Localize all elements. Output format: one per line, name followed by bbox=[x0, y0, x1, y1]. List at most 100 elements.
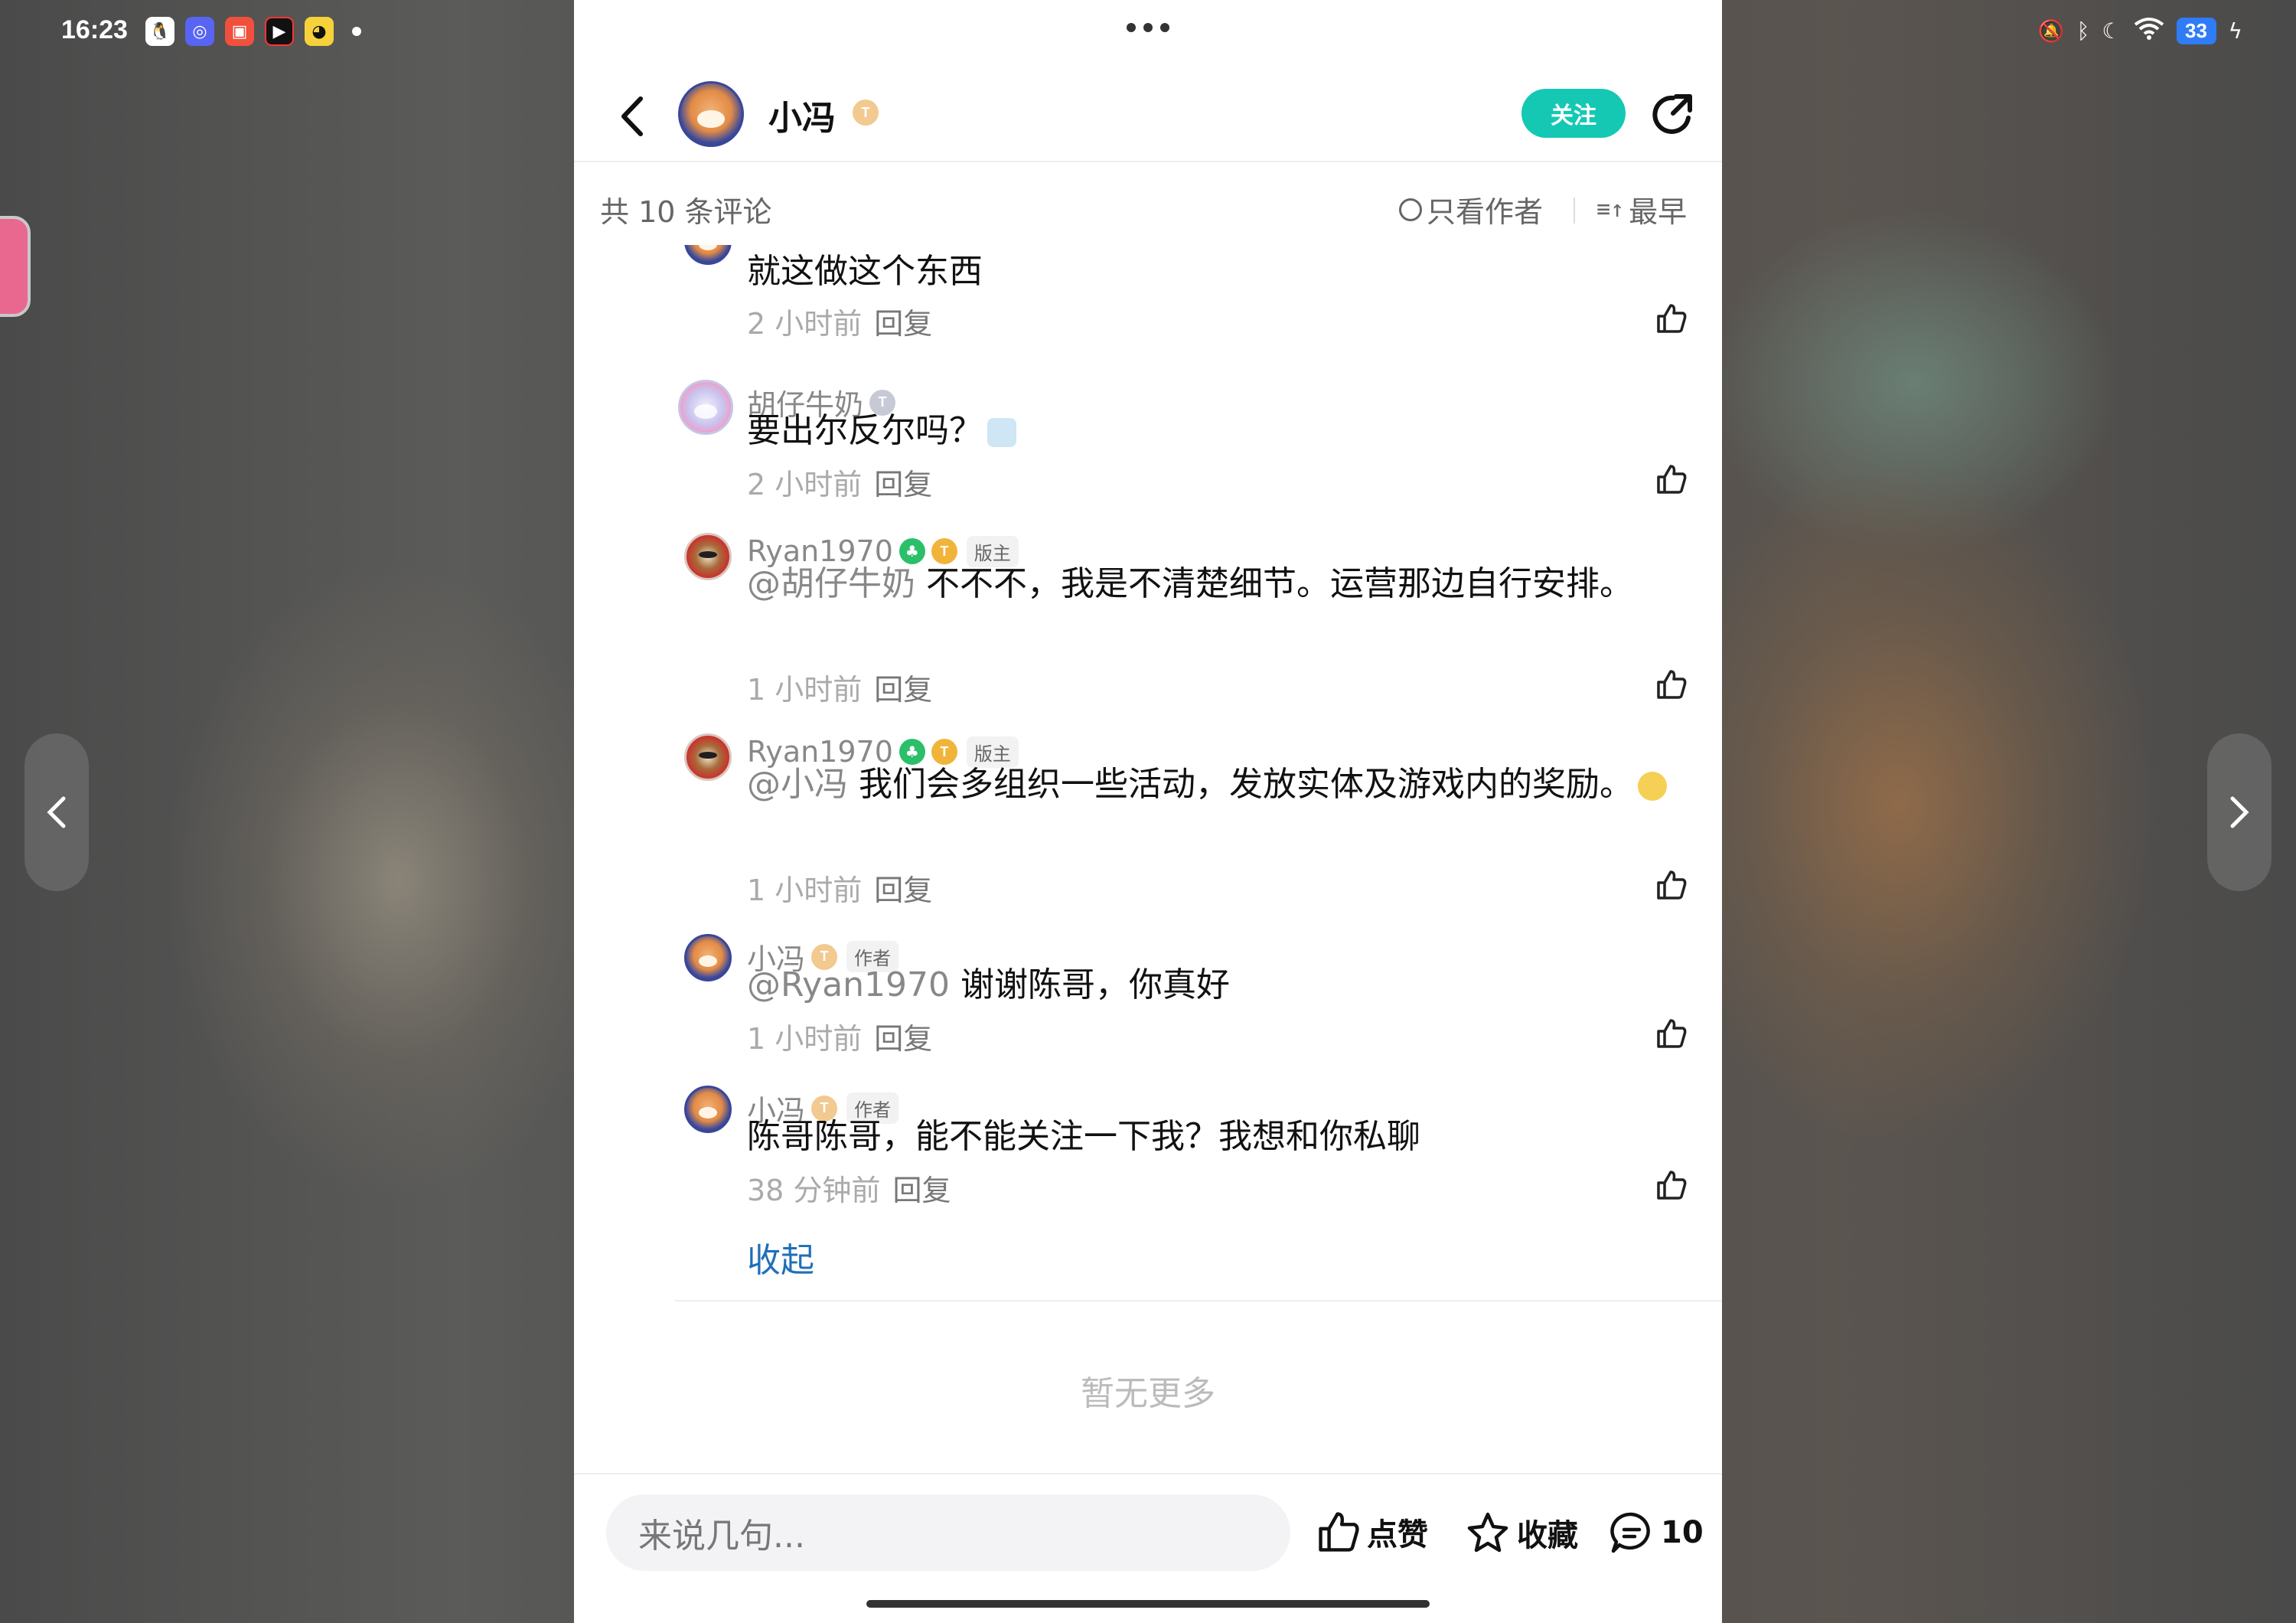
reply-time: 1 小时前 bbox=[747, 673, 863, 707]
back-button[interactable] bbox=[609, 93, 655, 139]
charging-icon: ϟ bbox=[2228, 18, 2242, 44]
chevron-right-icon bbox=[2230, 796, 2249, 828]
reply-button[interactable]: 回复 bbox=[874, 468, 932, 501]
back-arrow-icon bbox=[621, 96, 643, 136]
sort-label: 最早 bbox=[1629, 195, 1688, 229]
reply-button[interactable]: 回复 bbox=[892, 1174, 951, 1207]
author-only-label: 只看作者 bbox=[1427, 195, 1544, 229]
reply-button[interactable]: 回复 bbox=[874, 673, 932, 707]
filter-divider bbox=[1574, 198, 1575, 224]
app-black-icon: ▶ bbox=[265, 17, 294, 46]
collapse-replies-link[interactable]: 收起 bbox=[747, 1233, 814, 1282]
bluetooth-icon: ᛒ bbox=[2076, 18, 2090, 44]
qq-icon: 🐧 bbox=[145, 17, 174, 46]
like-button[interactable] bbox=[1653, 666, 1690, 703]
like-label: 点赞 bbox=[1367, 1517, 1428, 1553]
reply-avatar[interactable] bbox=[684, 533, 732, 580]
thumbs-up-icon bbox=[1657, 304, 1687, 333]
reply-item: Ryan1970 ♣ T 版主 @小冯 我们会多组织一些活动，发放实体及游戏内的… bbox=[574, 733, 1722, 932]
like-button[interactable] bbox=[1653, 1167, 1690, 1203]
reply-text: @小冯 我们会多组织一些活动，发放实体及游戏内的奖励。 bbox=[747, 759, 1673, 810]
status-indicators: 🔕 ᛒ ☾ 33 ϟ bbox=[2038, 17, 2242, 45]
previous-page-button[interactable] bbox=[24, 733, 89, 891]
reply-item: 小冯 T 作者 @Ryan1970 谢谢陈哥，你真好 1 小时前 回复 bbox=[574, 934, 1722, 1087]
like-button[interactable] bbox=[1653, 867, 1690, 903]
reply-avatar[interactable] bbox=[684, 245, 732, 265]
like-button[interactable] bbox=[1653, 300, 1690, 337]
thumbs-up-icon bbox=[1657, 870, 1687, 900]
reply-meta: 2 小时前 回复 bbox=[747, 461, 932, 503]
like-post-button[interactable]: 点赞 bbox=[1316, 1510, 1428, 1554]
reply-meta: 1 小时前 回复 bbox=[747, 1015, 932, 1057]
mention-link[interactable]: @胡仔牛奶 bbox=[747, 564, 915, 603]
reply-meta: 1 小时前 回复 bbox=[747, 867, 932, 909]
thumbs-up-icon bbox=[1657, 1019, 1687, 1048]
notification-dot bbox=[352, 27, 361, 36]
no-more-indicator: 暂无更多 bbox=[1081, 1374, 1215, 1413]
sort-toggle[interactable]: ≡↑ 最早 bbox=[1596, 188, 1687, 230]
reply-avatar[interactable] bbox=[684, 934, 732, 981]
reply-avatar[interactable] bbox=[678, 380, 733, 435]
reply-time: 2 小时前 bbox=[747, 307, 863, 341]
reply-time: 38 分钟前 bbox=[747, 1174, 881, 1207]
thumbs-up-icon bbox=[1657, 1171, 1687, 1200]
author-name[interactable]: 小冯 bbox=[768, 90, 836, 139]
like-button[interactable] bbox=[1653, 461, 1690, 498]
reply-text: 陈哥陈哥，能不能关注一下我？我想和你私聊 bbox=[747, 1117, 1420, 1156]
chevron-left-icon bbox=[47, 796, 66, 828]
level-badge: T bbox=[853, 100, 879, 126]
status-time: 16:23 bbox=[61, 15, 128, 44]
reply-text-body: 我们会多组织一些活动，发放实体及游戏内的奖励。 bbox=[848, 765, 1633, 804]
share-button[interactable] bbox=[1649, 90, 1698, 139]
reply-text-body: 不不不，我是不清楚细节。运营那边自行安排。 bbox=[915, 564, 1633, 603]
mute-icon: 🔕 bbox=[2037, 18, 2065, 44]
reply-avatar[interactable] bbox=[684, 1086, 732, 1133]
discord-icon: ◎ bbox=[185, 17, 214, 46]
author-only-toggle[interactable]: 只看作者 bbox=[1399, 188, 1543, 230]
moon-icon: ☾ bbox=[2102, 18, 2122, 44]
comment-input[interactable]: 来说几句... bbox=[606, 1494, 1290, 1571]
comments-button[interactable]: 10 bbox=[1609, 1510, 1704, 1556]
thumbs-up-icon bbox=[1657, 670, 1687, 699]
status-app-icons: 🐧 ◎ ▣ ▶ ◕ bbox=[145, 17, 361, 46]
home-indicator[interactable] bbox=[866, 1600, 1430, 1608]
reply-text: @Ryan1970 谢谢陈哥，你真好 bbox=[747, 960, 1673, 1011]
mention-link[interactable]: @小冯 bbox=[747, 765, 848, 804]
reply-list: 就这做这个东西 2 小时前回复 胡仔牛奶 T 要出尔反尔吗？ 2 小时前回复 bbox=[574, 245, 1722, 1301]
reply-avatar[interactable] bbox=[684, 733, 732, 781]
radio-icon bbox=[1399, 198, 1422, 221]
share-icon bbox=[1652, 94, 1692, 134]
reply-text: @胡仔牛奶 不不不，我是不清楚细节。运营那边自行安排。 bbox=[747, 559, 1673, 609]
reply-time: 1 小时前 bbox=[747, 874, 863, 907]
post-header: 小冯 T 关注 bbox=[574, 77, 1722, 162]
floating-app-widget[interactable] bbox=[0, 216, 31, 317]
favorite-button[interactable]: 收藏 bbox=[1465, 1510, 1578, 1556]
more-options-handle[interactable] bbox=[574, 23, 1722, 32]
mention-link[interactable]: @Ryan1970 bbox=[747, 965, 950, 1004]
follow-button[interactable]: 关注 bbox=[1521, 89, 1626, 138]
reply-time: 1 小时前 bbox=[747, 1022, 863, 1056]
sort-icon: ≡↑ bbox=[1596, 196, 1625, 223]
reply-button[interactable]: 回复 bbox=[874, 1022, 932, 1056]
reply-text-body: 谢谢陈哥，你真好 bbox=[950, 965, 1231, 1004]
thumbs-up-icon bbox=[1657, 465, 1687, 494]
comment-bubble-icon bbox=[1610, 1512, 1650, 1553]
comments-count: 10 bbox=[1661, 1515, 1704, 1550]
app-red-icon: ▣ bbox=[225, 17, 254, 46]
reply-meta: 2 小时前 回复 bbox=[747, 300, 932, 342]
reply-button[interactable]: 回复 bbox=[874, 874, 932, 907]
reply-button[interactable]: 回复 bbox=[874, 307, 932, 341]
reply-time: 2 小时前 bbox=[747, 468, 863, 501]
comment-panel: 小冯 T 关注 共 10 条评论 只看作者 ≡↑ 最早 就这做这个东西 2 小时… bbox=[574, 0, 1722, 1623]
list-divider bbox=[675, 1300, 1722, 1301]
reply-meta: 38 分钟前 回复 bbox=[747, 1167, 951, 1209]
reply-meta: 1 小时前 回复 bbox=[747, 666, 932, 708]
like-button[interactable] bbox=[1653, 1015, 1690, 1052]
battery-level: 33 bbox=[2176, 18, 2216, 44]
next-page-button[interactable] bbox=[2207, 733, 2272, 891]
reply-item: 小冯 T 作者 陈哥陈哥，能不能关注一下我？我想和你私聊 38 分钟前 回复 bbox=[574, 1086, 1722, 1239]
comment-filter-bar: 共 10 条评论 只看作者 ≡↑ 最早 bbox=[574, 184, 1722, 237]
reply-text: 就这做这个东西 bbox=[747, 252, 983, 291]
reply-text-body: 要出尔反尔吗？ bbox=[747, 411, 983, 450]
author-avatar[interactable] bbox=[678, 81, 744, 147]
